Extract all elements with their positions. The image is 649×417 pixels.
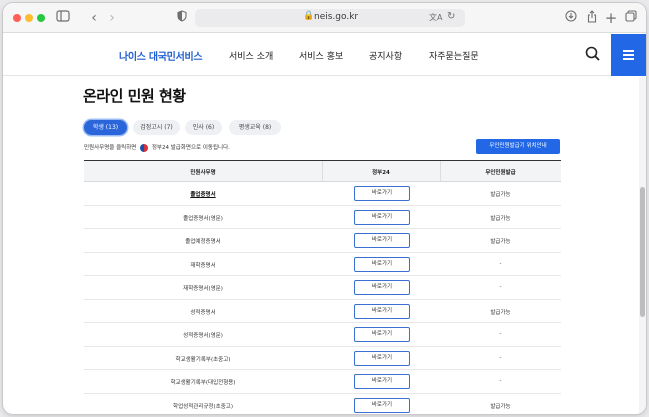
kiosk-status: 발급가능 [490, 309, 511, 316]
kiosk-status: 발급가능 [490, 215, 511, 222]
kiosk-location-button[interactable]: 무인민원발급기 위치안내 [476, 139, 560, 154]
tab-lifelong-education[interactable]: 평생교육 (8) [229, 120, 281, 135]
service-name-link[interactable]: 졸업증명서 [84, 190, 322, 198]
kiosk-status: - [499, 331, 502, 337]
new-tab-icon[interactable]: + [604, 10, 618, 26]
notice-suffix: 정부24 발급화면으로 이동됩니다. [151, 145, 230, 151]
share-icon[interactable] [585, 10, 599, 26]
table-row: 학교생활기록부(대입전형용) 바로가기 - [84, 370, 561, 394]
go-gov24-button[interactable]: 바로가기 [354, 209, 410, 225]
go-gov24-button[interactable]: 바로가기 [354, 186, 410, 201]
kiosk-status: 발급가능 [490, 192, 511, 198]
service-name-link[interactable]: 재학증명서 [84, 261, 322, 269]
nav-service-intro[interactable]: 서비스 소개 [229, 49, 273, 62]
go-gov24-button[interactable]: 바로가기 [354, 303, 410, 319]
table-row: 졸업증명서 바로가기 발급가능 [84, 182, 561, 206]
kiosk-status: - [499, 378, 502, 384]
table-body: 졸업증명서 바로가기 발급가능 졸업증명서(영문) 바로가기 발급가능 졸업예정증명서 바로가… [84, 182, 561, 414]
site-logo[interactable]: 나이스 대국민서비스 [119, 48, 203, 63]
zoom-window-button[interactable] [37, 14, 45, 22]
translate-icon[interactable]: 文A [429, 12, 442, 23]
browser-toolbar: ‹ › 🔒 neis.go.kr 文A ↻ + [3, 3, 646, 33]
back-icon[interactable]: ‹ [89, 10, 99, 26]
search-icon[interactable] [584, 45, 602, 63]
minimize-window-button[interactable] [25, 14, 33, 22]
close-window-button[interactable] [13, 14, 21, 22]
main-content: 온라인 민원 현황 학생 (13) 검정고시 (7) 인사 (6) 평생교육 (… [3, 77, 639, 414]
service-name-link[interactable]: 졸업증명서(영문) [84, 214, 322, 222]
go-gov24-button[interactable]: 바로가기 [354, 256, 410, 272]
service-name-link[interactable]: 졸업예정증명서 [84, 237, 322, 245]
kiosk-status: - [499, 284, 502, 290]
table-row: 성적증명서 바로가기 발급가능 [84, 300, 561, 323]
service-name-link[interactable]: 학교생활기록부(대입전형용) [84, 378, 322, 386]
go-gov24-button[interactable]: 바로가기 [354, 233, 410, 248]
table-row: 졸업예정증명서 바로가기 발급가능 [84, 229, 561, 253]
table-row: 재학증명서(영문) 바로가기 - [84, 276, 561, 300]
nav-faq[interactable]: 자주묻는질문 [429, 49, 479, 62]
table-header: 민원사무명 정부24 무인민원발급 [84, 161, 561, 182]
address-bar[interactable]: 🔒 neis.go.kr 文A ↻ [195, 9, 465, 27]
government-seal-icon [140, 143, 149, 152]
service-name-link[interactable]: 성적증명서 [84, 308, 322, 316]
column-divider [440, 161, 441, 182]
header-gov24: 정부24 [372, 170, 390, 176]
browser-window: ‹ › 🔒 neis.go.kr 文A ↻ + 나이스 대국민서비스 서비스 소… [3, 3, 646, 414]
reload-icon[interactable]: ↻ [447, 11, 455, 22]
tab-personnel[interactable]: 인사 (6) [185, 120, 222, 135]
notice-prefix: 민원사무명을 클릭하면 [84, 145, 137, 151]
notice-text: 민원사무명을 클릭하면 정부24 발급화면으로 이동됩니다. [84, 143, 230, 152]
header-service-name: 민원사무명 [190, 170, 216, 176]
page-title: 온라인 민원 현황 [83, 87, 186, 105]
nav-notices[interactable]: 공지사항 [369, 49, 402, 62]
civil-service-table: 민원사무명 정부24 무인민원발급 졸업증명서 바로가기 발급가능 졸업증명서(영문)… [84, 160, 561, 414]
go-gov24-button[interactable]: 바로가기 [354, 327, 410, 342]
table-row: 학업성적관리규정(초중고) 바로가기 발급가능 [84, 394, 561, 415]
column-divider [322, 161, 323, 182]
service-name-link[interactable]: 학업성적관리규정(초중고) [84, 402, 322, 410]
tab-overview-icon[interactable] [624, 10, 638, 26]
header-kiosk: 무인민원발급 [485, 170, 516, 176]
service-name-link[interactable]: 학교생활기록부(초중고) [84, 355, 322, 363]
url-text: neis.go.kr [314, 12, 359, 22]
table-row: 학교생활기록부(초중고) 바로가기 - [84, 347, 561, 370]
go-gov24-button[interactable]: 바로가기 [354, 350, 410, 366]
hamburger-menu-icon[interactable] [611, 34, 646, 76]
nav-service-promo[interactable]: 서비스 홍보 [299, 49, 343, 62]
table-row: 졸업증명서(영문) 바로가기 발급가능 [84, 206, 561, 229]
scrollbar-thumb[interactable] [640, 187, 645, 317]
tab-qualification-exam[interactable]: 검정고시 (7) [133, 120, 180, 135]
go-gov24-button[interactable]: 바로가기 [354, 397, 410, 413]
site-header: 나이스 대국민서비스 서비스 소개 서비스 홍보 공지사항 자주묻는질문 [3, 34, 646, 76]
privacy-shield-icon[interactable] [176, 10, 188, 26]
tab-student[interactable]: 학생 (13) [84, 120, 127, 135]
service-name-link[interactable]: 성적증명서(영문) [84, 331, 322, 339]
go-gov24-button[interactable]: 바로가기 [354, 374, 410, 389]
page-scrollbar[interactable] [639, 77, 646, 414]
service-name-link[interactable]: 재학증명서(영문) [84, 284, 322, 292]
go-gov24-button[interactable]: 바로가기 [354, 280, 410, 295]
sidebar-toggle-icon[interactable] [56, 10, 70, 26]
forward-icon[interactable]: › [107, 10, 117, 26]
lock-icon: 🔒 [303, 11, 315, 21]
table-row: 재학증명서 바로가기 - [84, 253, 561, 276]
kiosk-status: 발급가능 [490, 239, 511, 245]
kiosk-status: - [499, 260, 502, 267]
table-row: 성적증명서(영문) 바로가기 - [84, 323, 561, 347]
kiosk-status: 발급가능 [490, 403, 511, 410]
download-icon[interactable] [564, 10, 578, 26]
kiosk-status: - [499, 354, 502, 361]
